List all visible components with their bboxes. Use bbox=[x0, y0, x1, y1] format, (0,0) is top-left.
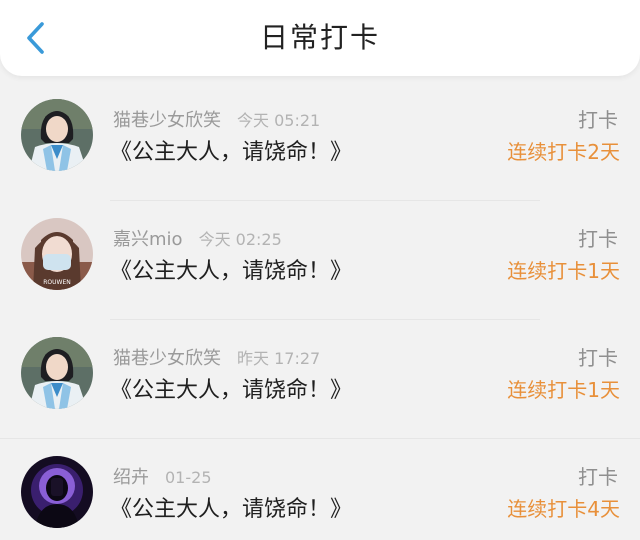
book-title[interactable]: 《公主大人，请饶命！》 bbox=[110, 134, 352, 166]
timestamp: 今天 02:25 bbox=[198, 230, 282, 249]
avatar[interactable]: ROUWEN bbox=[21, 218, 93, 290]
page-title: 日常打卡 bbox=[259, 21, 380, 54]
book-title[interactable]: 《公主大人，请饶命！》 bbox=[110, 372, 352, 404]
svg-text:ROUWEN: ROUWEN bbox=[43, 279, 71, 286]
avatar[interactable] bbox=[21, 99, 93, 171]
nickname[interactable]: 猫巷少女欣笑 bbox=[113, 106, 221, 132]
checkin-list: 猫巷少女欣笑 今天 05:21 《公主大人，请饶命！》 打卡 连续打卡2天 RO… bbox=[0, 82, 640, 540]
nickname[interactable]: 绍卉 bbox=[113, 463, 149, 489]
list-item[interactable]: ROUWEN 嘉兴mio 今天 02:25 《公主大人，请饶命！》 打卡 连续打… bbox=[0, 201, 640, 320]
nickname[interactable]: 嘉兴mio bbox=[113, 225, 183, 251]
streak-badge: 连续打卡4天 bbox=[507, 497, 620, 521]
list-item[interactable]: 猫巷少女欣笑 今天 05:21 《公主大人，请饶命！》 打卡 连续打卡2天 bbox=[0, 82, 640, 201]
nickname[interactable]: 猫巷少女欣笑 bbox=[113, 344, 221, 370]
checkin-label: 打卡 bbox=[578, 465, 618, 489]
list-item[interactable]: 猫巷少女欣笑 昨天 17:27 《公主大人，请饶命！》 打卡 连续打卡1天 bbox=[0, 320, 640, 439]
avatar[interactable] bbox=[21, 456, 93, 528]
list-item[interactable]: 绍卉 01-25 《公主大人，请饶命！》 打卡 连续打卡4天 bbox=[0, 439, 640, 540]
avatar[interactable] bbox=[21, 337, 93, 409]
timestamp: 今天 05:21 bbox=[237, 111, 321, 130]
book-title[interactable]: 《公主大人，请饶命！》 bbox=[110, 253, 352, 285]
streak-badge: 连续打卡1天 bbox=[507, 259, 620, 283]
entry-meta: 绍卉 01-25 bbox=[113, 463, 212, 489]
checkin-label: 打卡 bbox=[578, 346, 618, 370]
header-bar: 日常打卡 bbox=[0, 0, 640, 76]
timestamp: 昨天 17:27 bbox=[237, 349, 321, 368]
streak-badge: 连续打卡2天 bbox=[507, 140, 620, 164]
checkin-screen: 日常打卡 猫巷少女欣笑 今天 05:21 《公主大人，请饶命！》 打卡 连续打卡… bbox=[0, 0, 640, 540]
entry-meta: 猫巷少女欣笑 今天 05:21 bbox=[113, 106, 321, 132]
checkin-label: 打卡 bbox=[578, 227, 618, 251]
book-title[interactable]: 《公主大人，请饶命！》 bbox=[110, 491, 352, 523]
timestamp: 01-25 bbox=[165, 468, 212, 487]
checkin-label: 打卡 bbox=[578, 108, 618, 132]
entry-meta: 猫巷少女欣笑 昨天 17:27 bbox=[113, 344, 321, 370]
entry-meta: 嘉兴mio 今天 02:25 bbox=[113, 225, 282, 251]
streak-badge: 连续打卡1天 bbox=[507, 378, 620, 402]
